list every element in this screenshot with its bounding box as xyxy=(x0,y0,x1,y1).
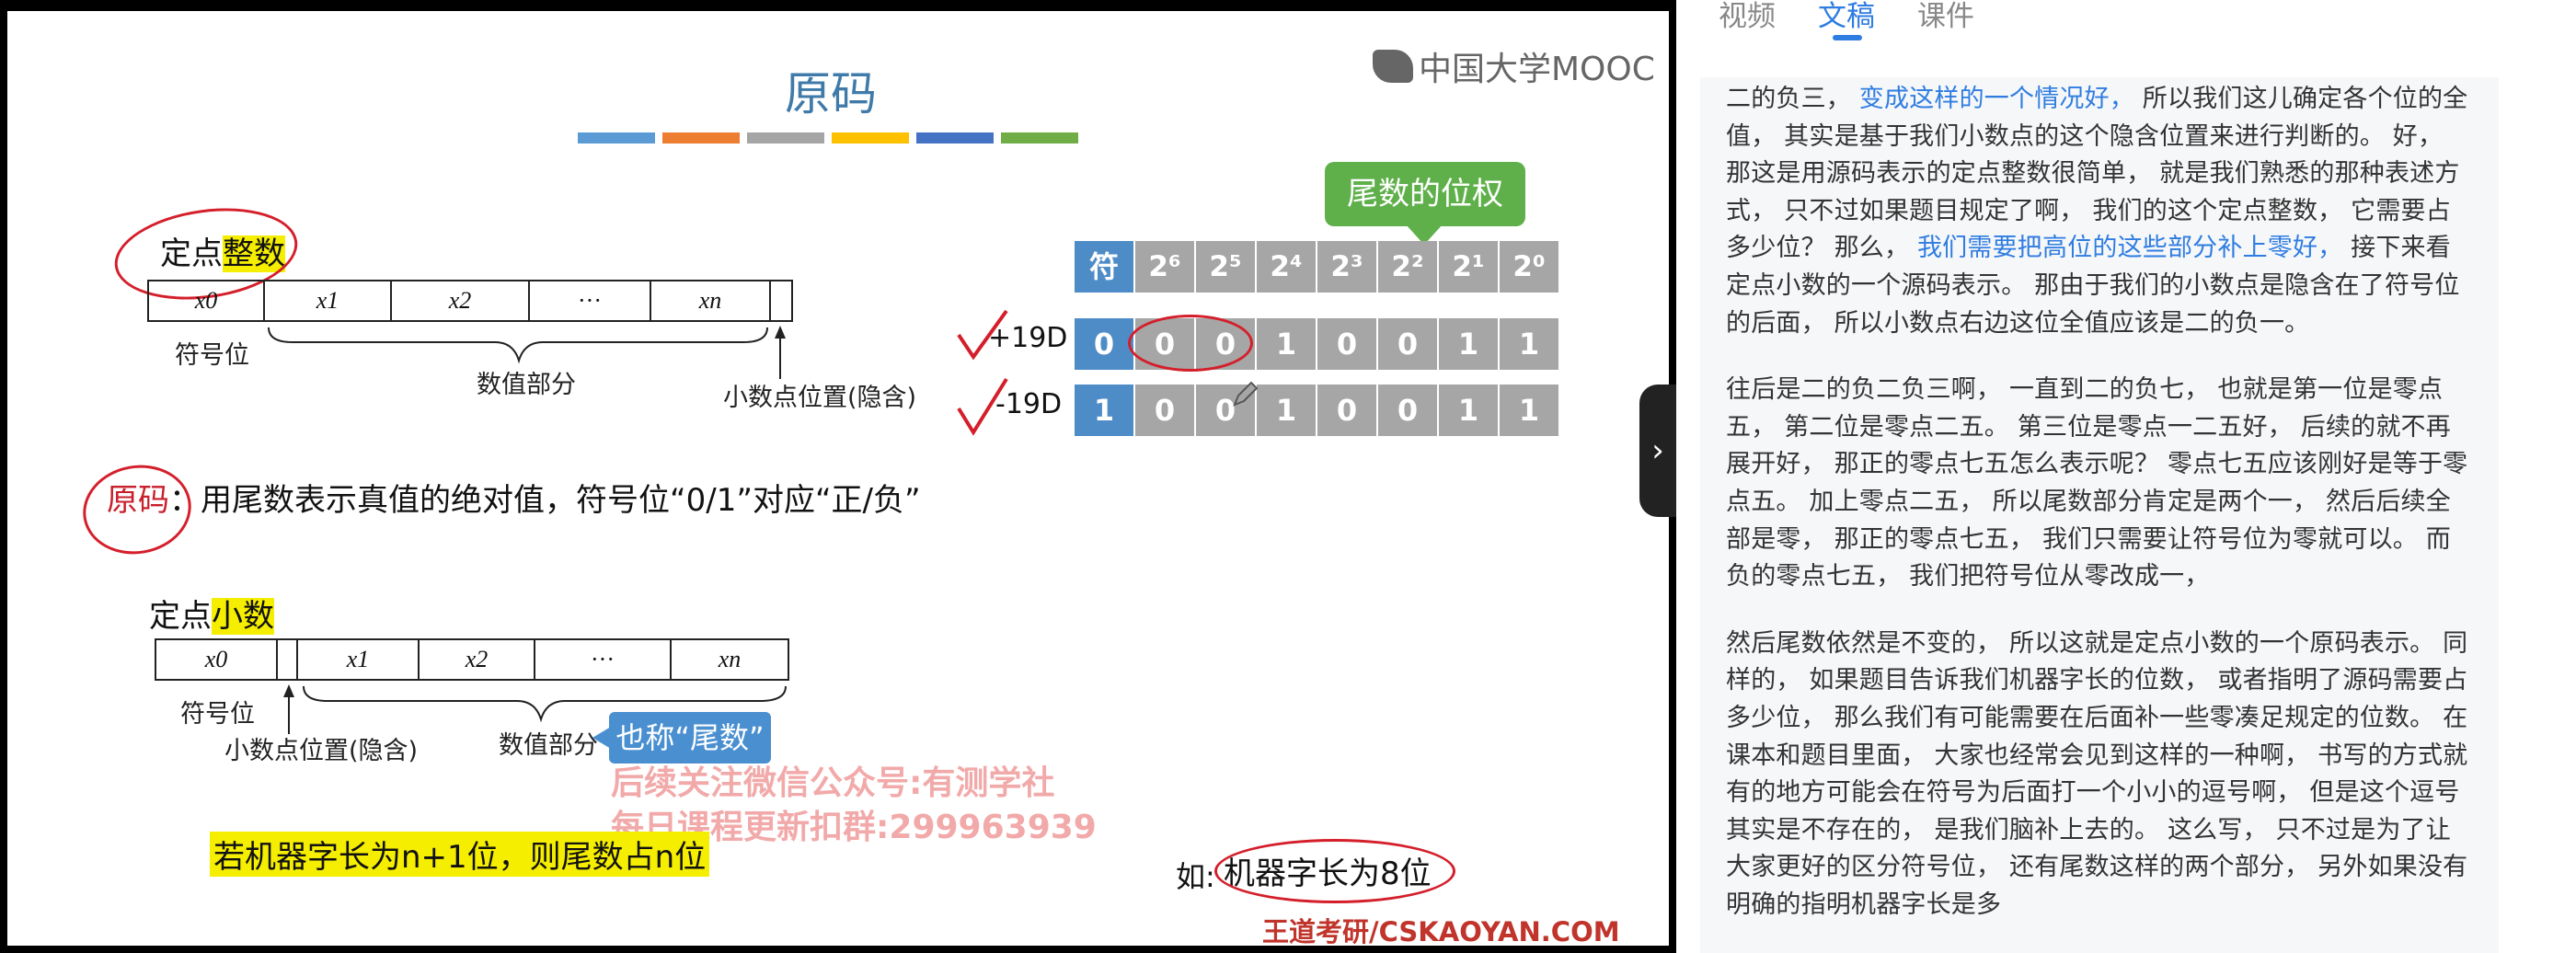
chevron-right-icon: › xyxy=(1651,432,1664,469)
mooc-logo-icon xyxy=(1373,50,1413,83)
bit-cell: 1 xyxy=(1439,385,1498,436)
bit-cell: x1 xyxy=(296,638,420,681)
panel-tabs: 视频 文稿 课件 xyxy=(1719,0,1974,40)
bit-cell: 1 xyxy=(1439,318,1498,370)
pen-cursor-icon xyxy=(1233,381,1259,407)
fraction-heading-prefix: 定点 xyxy=(149,598,212,635)
red-circle-annotation xyxy=(1214,839,1455,903)
color-bar xyxy=(832,132,909,144)
transcript-paragraph: 然后尾数依然是不变的， 所以这就是定点小数的一个原码表示。 同样的， 如果题目告… xyxy=(1726,628,2468,919)
tab-transcript[interactable]: 文稿 xyxy=(1818,0,1875,40)
frac-sign-label: 符号位 xyxy=(180,700,255,729)
bit-cell: 0 xyxy=(1378,385,1437,436)
bit-cell: x0 xyxy=(147,280,265,322)
bit-cell: 0 xyxy=(1135,385,1194,436)
yuanma-definition-text: ：用尾数表示真值的绝对值，符号位“0/1”对应“正/负” xyxy=(169,482,921,519)
header-cell: 2⁴ xyxy=(1257,241,1316,293)
yuanma-definition: 原码：用尾数表示真值的绝对值，符号位“0/1”对应“正/负” xyxy=(107,475,921,520)
row-label: +19D xyxy=(988,322,1068,354)
bit-cell: ··· xyxy=(534,638,672,681)
bit-cell: x1 xyxy=(263,280,392,322)
transcript-paragraph: 二的负三， 变成这样的一个情况好， 所以我们这儿确定各个位的全值， 其实是基于我… xyxy=(1726,81,2473,342)
transcript-current-sentence[interactable]: 变成这样的一个情况好， xyxy=(1859,85,2134,113)
bit-cell: 1 xyxy=(1257,318,1316,370)
mantissa-weight-callout: 尾数的位权 xyxy=(1325,162,1525,245)
bit-cell: 0 xyxy=(1378,318,1437,370)
bit-cell: x0 xyxy=(155,638,278,681)
bit-weight-header: 符 2⁶ 2⁵ 2⁴ 2³ 2² 2¹ 2⁰ xyxy=(1075,241,1560,293)
bit-cell: 1 xyxy=(1500,318,1558,370)
color-bar xyxy=(1001,132,1078,144)
bit-cell: x2 xyxy=(390,280,530,322)
tab-video[interactable]: 视频 xyxy=(1719,0,1776,34)
header-cell: 符 xyxy=(1075,241,1133,293)
frac-point-arrow xyxy=(283,684,294,734)
color-bar xyxy=(916,132,994,144)
bit-cell-empty xyxy=(769,280,793,322)
bit-cell: 0 xyxy=(1317,318,1376,370)
bit-cell: 0 xyxy=(1075,318,1133,370)
row-label: -19D xyxy=(995,388,1063,420)
color-bar xyxy=(747,132,824,144)
bit-cell-empty xyxy=(276,638,298,681)
transcript-panel[interactable]: 二的负三， 变成这样的一个情况好， 所以我们这儿确定各个位的全值， 其实是基于我… xyxy=(1700,77,2499,953)
int-value-label: 数值部分 xyxy=(477,371,576,399)
header-cell: 2¹ xyxy=(1439,241,1498,293)
bit-cell: ··· xyxy=(528,280,651,322)
color-bar xyxy=(578,132,655,144)
tab-courseware[interactable]: 课件 xyxy=(1917,0,1974,34)
bit-cell: 1 xyxy=(1075,385,1133,436)
transcript-paragraph: 往后是二的负二负三啊， 一直到二的负七， 也就是第一位是零点五， 第二位是零点二… xyxy=(1726,375,2468,591)
header-cell: 2³ xyxy=(1317,241,1376,293)
video-player[interactable]: 原码 中国大学MOOC 定点整数 x0 x1 x2 ··· xn 符号位 数值部… xyxy=(0,0,1676,953)
header-cell: 2² xyxy=(1378,241,1437,293)
int-point-label: 小数点位置(隐含) xyxy=(723,384,917,412)
collapse-panel-button[interactable]: › xyxy=(1639,385,1676,517)
header-cell: 2⁵ xyxy=(1196,241,1255,293)
bit-row: 1 0 0 1 0 0 1 1 xyxy=(1075,385,1560,436)
bit-cell: 0 xyxy=(1317,385,1376,436)
mooc-logo: 中国大学MOOC xyxy=(1373,42,1655,90)
int-sign-label: 符号位 xyxy=(175,341,249,370)
watermark-text: 后续关注微信公众号:有测学社 xyxy=(611,764,1055,802)
example-prefix: 如: xyxy=(1176,859,1215,894)
transcript-text: 二的负三， xyxy=(1726,85,1859,113)
mooc-logo-text: 中国大学MOOC xyxy=(1419,51,1655,88)
lecture-slide: 原码 中国大学MOOC 定点整数 x0 x1 x2 ··· xn 符号位 数值部… xyxy=(7,11,1669,946)
transcript-current-sentence[interactable]: 我们需要把高位的这些部分补上零好， xyxy=(1917,234,2342,262)
bit-cell: xn xyxy=(650,280,771,322)
bit-cell: x2 xyxy=(418,638,535,681)
frac-value-label: 数值部分 xyxy=(499,731,598,760)
header-cell: 2⁰ xyxy=(1500,241,1558,293)
red-circle-annotation xyxy=(1128,315,1253,372)
fraction-heading-highlight: 小数 xyxy=(212,598,274,635)
machine-word-note: 若机器字长为n+1位，则尾数占n位 xyxy=(210,832,710,877)
fraction-heading: 定点小数 xyxy=(149,591,274,636)
bit-cell: xn xyxy=(670,638,789,681)
color-bar xyxy=(662,132,740,144)
bit-cell: 1 xyxy=(1257,385,1316,436)
side-panel: 视频 文稿 课件 二的负三， 变成这样的一个情况好， 所以我们这儿确定各个位的全… xyxy=(1676,0,2576,953)
brand-footer: 王道考研/CSKAOYAN.COM xyxy=(1262,916,1620,946)
red-circle-annotation xyxy=(75,456,199,563)
header-cell: 2⁶ xyxy=(1135,241,1194,293)
int-point-arrow xyxy=(775,326,786,379)
bit-cell: 1 xyxy=(1500,385,1558,436)
